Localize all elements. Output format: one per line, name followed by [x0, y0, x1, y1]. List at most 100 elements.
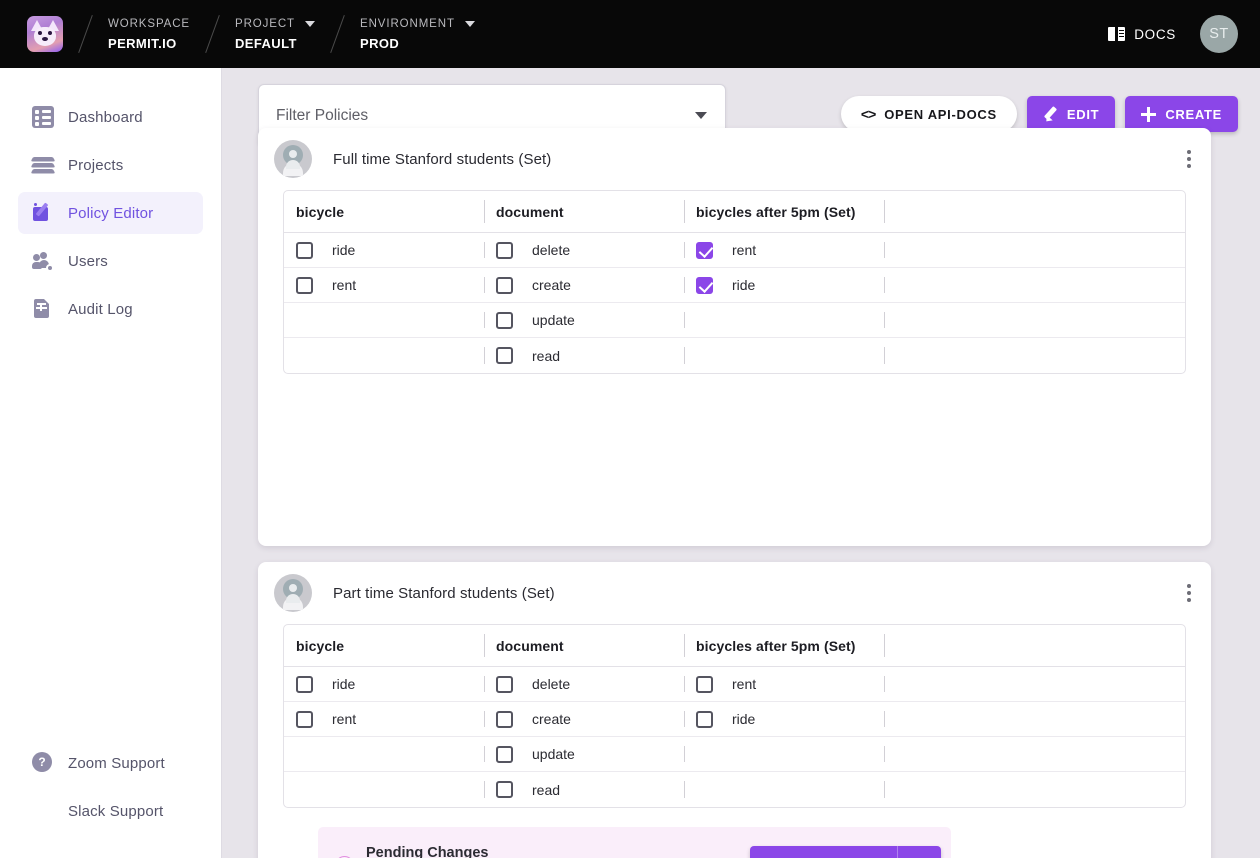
permission-label: rent — [732, 242, 757, 258]
avatar — [274, 574, 312, 612]
breadcrumb-divider — [205, 15, 220, 53]
breadcrumb-divider — [330, 15, 345, 53]
permission-label: ride — [732, 277, 756, 293]
column-header: document — [496, 637, 564, 654]
permission-checkbox[interactable] — [496, 710, 513, 728]
pending-changes-banner: i Pending Changes You have 2 changes for… — [318, 827, 951, 858]
permission-label: create — [532, 277, 571, 293]
policy-card: Full time Stanford students (Set) bicycl… — [258, 128, 1211, 546]
top-bar: WORKSPACE PERMIT.IO PROJECT DEFAULT ENVI… — [0, 0, 1260, 68]
chevron-down-icon[interactable] — [464, 20, 475, 27]
permission-checkbox[interactable] — [496, 781, 513, 798]
sidebar-item-label: Zoom Support — [68, 754, 165, 772]
permissions-table: bicycle document bicycles after 5pm (Set… — [283, 624, 1186, 808]
policy-card: Part time Stanford students (Set) bicycl… — [258, 562, 1211, 858]
sidebar-item-label: Slack Support — [68, 802, 164, 820]
permission-checkbox[interactable] — [496, 276, 513, 294]
sidebar-support-section: ? Zoom Support Slack Support — [0, 714, 221, 838]
permission-label: rent — [732, 676, 757, 692]
permission-label: update — [532, 746, 575, 762]
pending-changes-title: Pending Changes — [366, 845, 489, 858]
docs-label: DOCS — [1134, 26, 1176, 42]
table-row: ride delete rent — [284, 667, 1185, 702]
sidebar-item-dashboard[interactable]: Dashboard — [18, 96, 203, 138]
sidebar-item-audit-log[interactable]: Audit Log — [18, 288, 203, 330]
open-api-docs-label: OPEN API-DOCS — [884, 106, 997, 122]
permission-checkbox[interactable] — [296, 710, 313, 728]
edit-button[interactable]: EDIT — [1026, 96, 1116, 132]
table-row: ride delete rent — [284, 233, 1185, 268]
policy-editor-icon — [32, 202, 54, 224]
permission-checkbox[interactable] — [696, 241, 713, 259]
sidebar-item-label: Projects — [68, 156, 124, 174]
sidebar-item-policy-editor[interactable]: Policy Editor — [18, 192, 203, 234]
code-brackets-icon: <> — [860, 106, 876, 122]
breadcrumb-environment-label: ENVIRONMENT — [360, 17, 455, 30]
policy-card-title: Part time Stanford students (Set) — [333, 584, 555, 602]
main-content: Filter Policies <> OPEN API-DOCS EDIT CR… — [222, 68, 1260, 858]
dashboard-icon — [32, 106, 54, 128]
column-header: bicycle — [296, 203, 345, 220]
permission-checkbox[interactable] — [296, 276, 313, 294]
permit-logo-icon[interactable] — [27, 16, 63, 52]
layers-icon — [30, 154, 56, 176]
permission-checkbox[interactable] — [496, 745, 513, 763]
permission-checkbox[interactable] — [296, 675, 313, 693]
sidebar-item-slack-support[interactable]: Slack Support — [18, 790, 203, 832]
column-header: document — [496, 203, 564, 220]
filter-policies-placeholder: Filter Policies — [276, 106, 369, 124]
permission-checkbox[interactable] — [696, 675, 713, 693]
save-changes-button[interactable]: SAVE CHANGES — [750, 846, 897, 858]
open-api-docs-button[interactable]: <> OPEN API-DOCS — [840, 96, 1017, 132]
permissions-table: bicycle document bicycles after 5pm (Set… — [283, 190, 1186, 374]
avatar[interactable]: ST — [1200, 15, 1238, 53]
more-options-icon[interactable] — [1187, 584, 1191, 602]
breadcrumb-environment[interactable]: ENVIRONMENT PROD — [360, 16, 475, 53]
table-row: update — [284, 303, 1185, 338]
close-icon[interactable]: ✕ — [897, 845, 941, 858]
create-label: CREATE — [1165, 106, 1222, 122]
sidebar-item-zoom-support[interactable]: ? Zoom Support — [18, 742, 203, 784]
table-header-row: bicycle document bicycles after 5pm (Set… — [284, 625, 1185, 667]
sidebar-item-label: Dashboard — [68, 108, 143, 126]
pencil-icon — [1043, 107, 1058, 122]
docs-button[interactable]: DOCS — [1108, 27, 1176, 42]
chevron-down-icon[interactable] — [305, 20, 315, 27]
policy-card-title: Full time Stanford students (Set) — [333, 150, 552, 168]
table-row: rent create ride — [284, 268, 1185, 303]
chat-bubble-icon — [32, 800, 54, 822]
permission-label: delete — [532, 676, 571, 692]
table-row: read — [284, 772, 1185, 807]
breadcrumb-workspace-value: PERMIT.IO — [108, 35, 177, 51]
table-row: rent create ride — [284, 702, 1185, 737]
sidebar-item-label: Users — [68, 252, 108, 270]
permission-checkbox[interactable] — [296, 241, 313, 259]
avatar — [274, 140, 312, 178]
permission-checkbox[interactable] — [696, 710, 713, 728]
permission-checkbox[interactable] — [496, 311, 513, 329]
breadcrumb-divider — [78, 15, 93, 53]
breadcrumb-project-value: DEFAULT — [235, 35, 297, 51]
permission-checkbox[interactable] — [496, 675, 513, 693]
book-icon — [1108, 27, 1126, 41]
breadcrumb-workspace-label: WORKSPACE — [108, 17, 191, 30]
breadcrumb-project[interactable]: PROJECT DEFAULT — [235, 16, 315, 53]
chevron-down-icon[interactable] — [695, 112, 707, 119]
permission-label: ride — [732, 711, 756, 727]
sidebar-item-users[interactable]: Users — [18, 240, 203, 282]
permission-checkbox[interactable] — [696, 276, 713, 294]
table-row: read — [284, 338, 1185, 373]
permission-checkbox[interactable] — [496, 347, 513, 364]
create-button[interactable]: CREATE — [1125, 96, 1238, 132]
permission-label: create — [532, 711, 571, 727]
breadcrumb-environment-value: PROD — [360, 35, 400, 51]
permission-label: rent — [332, 711, 357, 727]
permission-checkbox[interactable] — [496, 241, 513, 259]
more-options-icon[interactable] — [1187, 150, 1191, 168]
column-header: bicycles after 5pm (Set) — [696, 637, 856, 654]
breadcrumb-project-label: PROJECT — [235, 17, 295, 30]
permission-label: ride — [332, 242, 356, 258]
column-header: bicycles after 5pm (Set) — [696, 203, 856, 220]
sidebar-item-projects[interactable]: Projects — [18, 144, 203, 186]
breadcrumb-workspace[interactable]: WORKSPACE PERMIT.IO — [108, 16, 190, 53]
